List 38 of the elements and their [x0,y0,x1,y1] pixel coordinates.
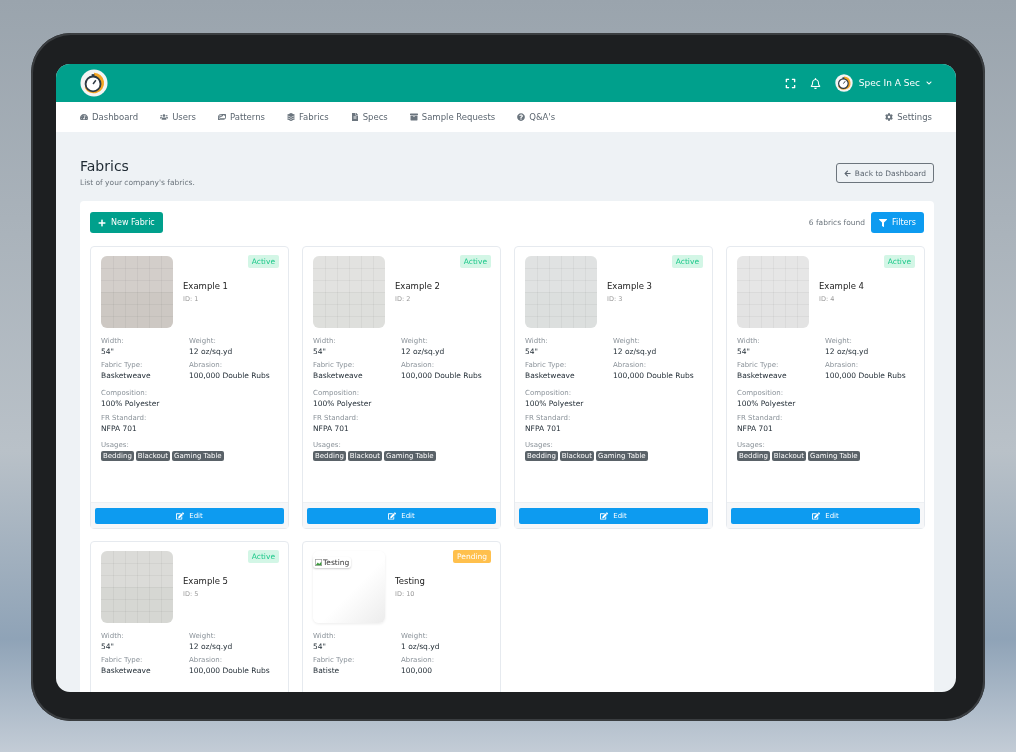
edit-icon [388,512,397,520]
layers-icon [286,113,295,121]
nav-link[interactable]: Q&A's [517,112,556,122]
stopwatch-avatar-icon [834,74,853,92]
bell-icon[interactable] [809,77,821,89]
fabric-name: Example 4 [819,281,864,291]
nav-link[interactable]: Users [160,112,196,122]
fullscreen-icon[interactable] [784,77,796,89]
broken-image-icon [315,559,322,566]
images-icon [217,113,226,121]
users-icon [160,113,169,121]
fabric-name: Testing [395,576,425,586]
question-icon [517,113,526,121]
nav-link[interactable]: Patterns [217,112,265,122]
archive-icon [409,113,418,121]
filter-icon [879,218,887,227]
file-icon [350,113,359,121]
nav-link[interactable]: Sample Requests [409,112,496,122]
settings-icon [885,113,894,121]
fabric-name: Example 3 [607,281,652,291]
nav-link[interactable]: Dashboard [80,112,139,122]
fabric-name: Example 5 [183,576,228,586]
edit-icon [600,512,609,520]
caret-icon [926,80,932,86]
user-menu[interactable]: Spec In A Sec [834,74,932,92]
gauge-icon [80,113,88,121]
edit-icon [176,512,185,520]
new-fabric-button[interactable]: New Fabric [90,212,163,233]
page-title: Fabrics [80,158,130,174]
nav-link[interactable]: Specs [350,112,388,122]
edit-icon [812,512,821,520]
plus-icon [98,218,106,227]
settings-link[interactable]: Settings [885,112,932,122]
fabric-name: Example 1 [183,281,228,291]
fabric-name: Example 2 [395,281,440,291]
stopwatch-logo-icon [80,69,108,97]
arrow-left-icon [843,169,851,177]
nav-link[interactable]: Fabrics [286,112,329,122]
